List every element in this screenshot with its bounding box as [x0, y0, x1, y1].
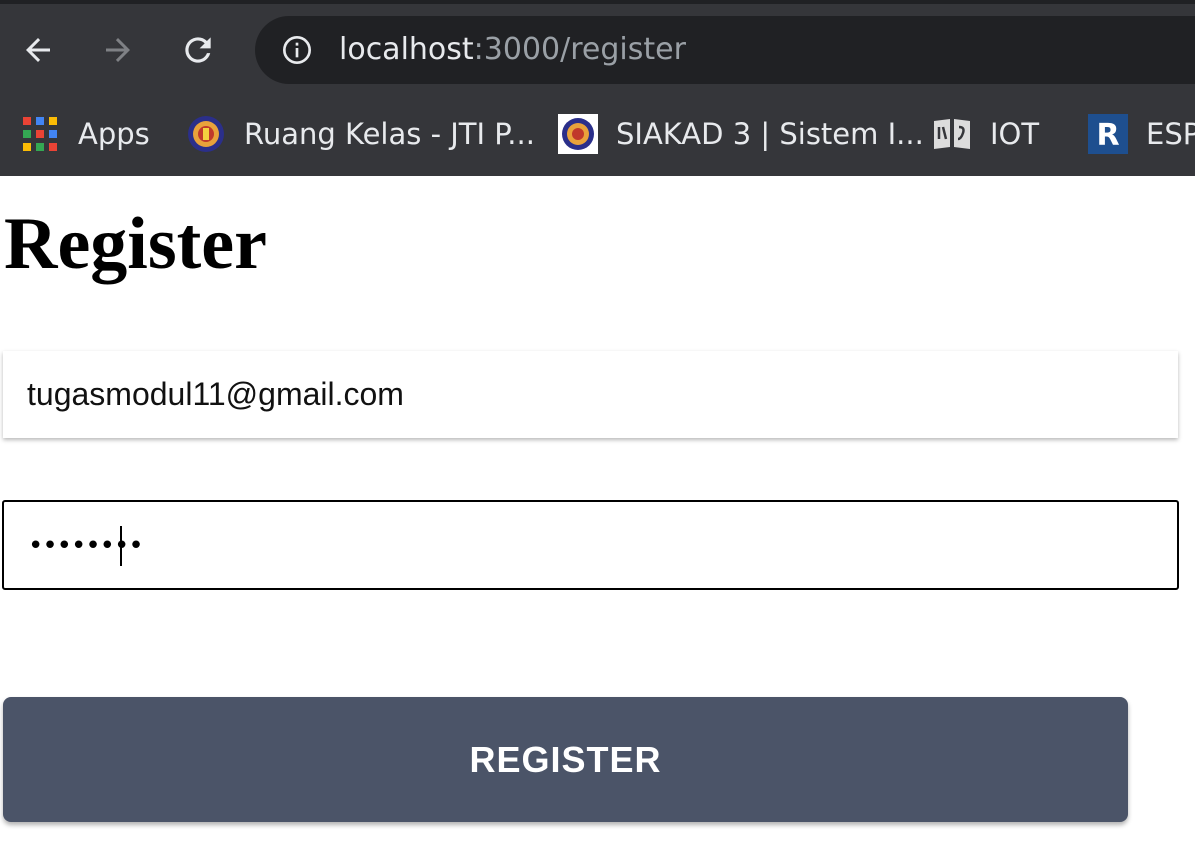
address-bar[interactable]: localhost:3000/register	[255, 16, 1195, 84]
bookmark-label: Ruang Kelas - JTI P...	[244, 117, 535, 151]
book-icon	[932, 114, 972, 154]
reload-icon	[185, 37, 211, 63]
bookmarks-bar: Apps Ruang Kelas - JTI P... SIAKAD 3 | S…	[0, 96, 1195, 176]
text-cursor	[120, 526, 122, 566]
reload-button[interactable]	[176, 28, 220, 72]
university-crest-icon	[558, 114, 598, 154]
bookmark-label: IOT	[990, 117, 1040, 151]
bookmark-ruang-kelas[interactable]: Ruang Kelas - JTI P...	[186, 112, 535, 156]
page-title: Register	[4, 203, 267, 285]
bookmark-iot[interactable]: IOT	[932, 112, 1039, 156]
bookmark-esp[interactable]: R ESP	[1088, 112, 1195, 156]
browser-toolbar: localhost:3000/register	[0, 4, 1195, 96]
info-icon[interactable]	[281, 34, 313, 66]
university-crest-icon	[186, 114, 226, 154]
back-button[interactable]	[16, 28, 60, 72]
url-path: :3000/register	[473, 32, 686, 67]
email-field[interactable]	[3, 351, 1178, 438]
bookmark-siakad[interactable]: SIAKAD 3 | Sistem I...	[558, 112, 924, 156]
svg-text:R: R	[1096, 118, 1119, 153]
register-page: Register •••••••• REGISTER	[0, 176, 1195, 848]
register-button[interactable]: REGISTER	[3, 697, 1128, 822]
arrow-right-icon	[106, 38, 130, 62]
browser-chrome: localhost:3000/register Apps Ruang Kelas…	[0, 0, 1195, 180]
bookmark-label: SIAKAD 3 | Sistem I...	[616, 117, 924, 151]
arrow-left-icon	[26, 38, 50, 62]
url-host: localhost	[339, 32, 474, 67]
bookmark-apps[interactable]: Apps	[20, 112, 150, 156]
bookmark-label: ESP	[1146, 117, 1195, 151]
apps-grid-icon	[20, 114, 60, 154]
password-field[interactable]	[2, 500, 1179, 590]
bookmark-label: Apps	[78, 117, 150, 151]
url-text[interactable]: localhost:3000/register	[339, 30, 686, 70]
r-logo-icon: R	[1088, 114, 1128, 154]
forward-button[interactable]	[96, 28, 140, 72]
